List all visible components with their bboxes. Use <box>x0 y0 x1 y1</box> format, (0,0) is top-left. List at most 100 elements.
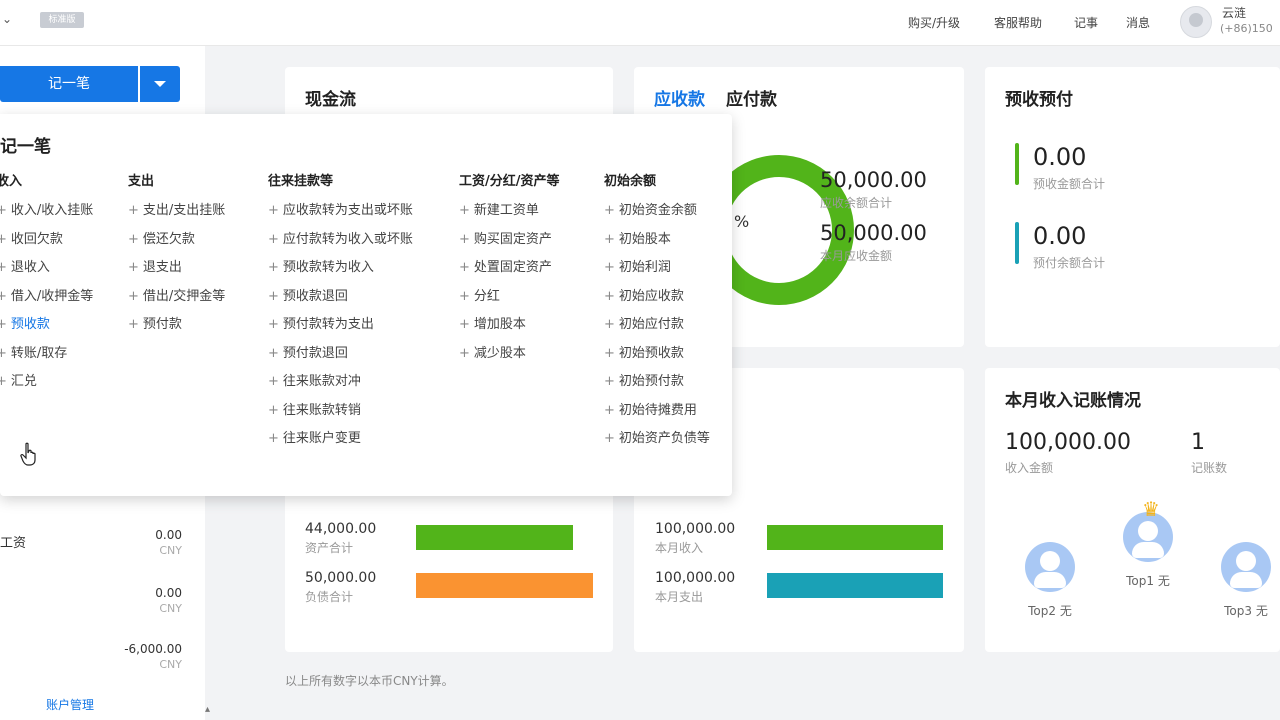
menu-item[interactable]: + 初始待摊费用 <box>604 399 710 428</box>
crown-icon: ♛ <box>1142 497 1160 521</box>
menu-item[interactable]: + 处置固定资产 <box>459 256 560 285</box>
menu-item[interactable]: + 分红 <box>459 285 560 314</box>
menu-item[interactable]: + 初始利润 <box>604 256 710 285</box>
record-dropdown-menu: 记一笔 收入 + 收入/收入挂账 + 收回欠款 + 退收入 + 借入/收押金等 + 预收款… <box>0 114 732 496</box>
tab-receivable[interactable]: 应收款 <box>654 85 705 117</box>
record-dropdown-toggle[interactable] <box>140 66 180 102</box>
rank-caption: Top1 无 <box>1126 574 1170 588</box>
plus-icon: + <box>128 317 139 332</box>
nav-messages[interactable]: 消息 <box>1126 14 1150 31</box>
currency-footnote: 以上所有数字以本币CNY计算。 <box>285 674 454 688</box>
receivable-month-value: 50,000.00 <box>820 221 927 245</box>
account-currency: CNY <box>159 544 182 557</box>
menu-item[interactable]: + 购买固定资产 <box>459 228 560 257</box>
month-expense-label: 本月支出 <box>655 590 704 604</box>
menu-item-label: 借入/收押金等 <box>10 288 94 304</box>
collapse-arrow-icon[interactable]: ▴ <box>205 704 210 715</box>
menu-item-label: 退收入 <box>10 260 50 275</box>
menu-item-prereceipt[interactable]: + 预收款 <box>0 313 93 342</box>
menu-item[interactable]: + 预付款转为支出 <box>268 313 413 342</box>
menu-item-label: 减少股本 <box>473 345 526 361</box>
assets-bar <box>416 525 573 550</box>
plus-icon: + <box>268 231 279 247</box>
month-income-label: 本月收入 <box>655 541 704 555</box>
menu-item[interactable]: + 转账/取存 <box>0 342 93 371</box>
plus-icon: + <box>128 231 139 247</box>
menu-item[interactable]: + 初始应付款 <box>604 313 710 342</box>
account-name: 工资 <box>0 536 27 551</box>
cashflow-title: 现金流 <box>305 90 356 110</box>
plus-icon: + <box>604 402 615 418</box>
menu-item-label: 初始资产负债等 <box>618 431 710 446</box>
user-phone: (+86)150 <box>1220 22 1273 35</box>
plus-icon: + <box>604 345 615 361</box>
menu-item[interactable]: + 偿还欠款 <box>128 228 225 257</box>
user-name[interactable]: 云涟 <box>1222 4 1246 21</box>
column-heading: 往来挂款等 <box>268 174 334 189</box>
assets-total-value: 44,000.00 <box>305 521 377 537</box>
monthly-income-label: 收入金额 <box>1005 461 1054 475</box>
menu-item-label: 收回欠款 <box>10 231 63 247</box>
menu-item[interactable]: + 支出/支出挂账 <box>128 199 225 228</box>
menu-item-label: 应收款转为支出或坏账 <box>282 203 413 218</box>
top-bar: ⌄ 标准版 购买/升级 客服帮助 记事 消息 云涟 (+86)150 <box>0 0 1280 46</box>
menu-item[interactable]: + 初始预收款 <box>604 342 710 371</box>
menu-item[interactable]: + 预收款转为收入 <box>268 256 413 285</box>
chevron-down-icon[interactable]: ⌄ <box>2 12 12 26</box>
month-expense-bar <box>767 573 943 598</box>
menu-item[interactable]: + 初始应收款 <box>604 285 710 314</box>
menu-item[interactable]: + 减少股本 <box>459 342 560 371</box>
account-manage-link[interactable]: 账户管理 <box>46 696 94 713</box>
tab-payable[interactable]: 应付款 <box>726 85 777 110</box>
receivable-balance-label: 应收余额合计 <box>820 196 893 210</box>
user-avatar[interactable] <box>1180 6 1212 38</box>
menu-item[interactable]: + 汇兑 <box>0 370 93 399</box>
plus-icon: + <box>604 260 615 275</box>
plus-icon: + <box>128 203 139 218</box>
prepaid-card: 预收预付 0.00 预收金额合计 0.00 预付余额合计 <box>985 67 1280 347</box>
account-row[interactable]: -6,000.00 CNY <box>0 642 190 682</box>
menu-item[interactable]: + 收回欠款 <box>0 228 93 257</box>
liabilities-total-label: 负债合计 <box>305 590 354 604</box>
menu-item[interactable]: + 增加股本 <box>459 313 560 342</box>
menu-item-label: 汇兑 <box>10 374 37 389</box>
menu-item-label: 预收款退回 <box>282 288 348 304</box>
menu-item[interactable]: + 应收款转为支出或坏账 <box>268 199 413 228</box>
menu-item[interactable]: + 借出/交押金等 <box>128 285 225 314</box>
plus-icon: + <box>459 260 470 275</box>
menu-item[interactable]: + 预付款退回 <box>268 342 413 371</box>
plus-icon: + <box>0 345 7 361</box>
user-avatar-icon <box>1025 542 1075 592</box>
record-button[interactable]: 记一笔 <box>0 66 138 102</box>
menu-item-label: 初始应收款 <box>618 288 684 304</box>
menu-item[interactable]: + 初始股本 <box>604 228 710 257</box>
account-row[interactable]: 0.00 CNY <box>0 586 190 626</box>
menu-item[interactable]: + 退收入 <box>0 256 93 285</box>
menu-item[interactable]: + 借入/收押金等 <box>0 285 93 314</box>
menu-item[interactable]: + 往来账款转销 <box>268 399 413 428</box>
plus-icon: + <box>459 288 470 304</box>
menu-item[interactable]: + 往来账款对冲 <box>268 370 413 399</box>
menu-item[interactable]: + 初始预付款 <box>604 370 710 399</box>
menu-item[interactable]: + 收入/收入挂账 <box>0 199 93 228</box>
menu-item[interactable]: + 初始资产负债等 <box>604 427 710 456</box>
nav-support[interactable]: 客服帮助 <box>994 14 1042 31</box>
menu-item[interactable]: + 应付款转为收入或坏账 <box>268 228 413 257</box>
plus-icon: + <box>268 374 279 389</box>
menu-item-label: 偿还欠款 <box>142 231 195 247</box>
menu-item[interactable]: + 预收款退回 <box>268 285 413 314</box>
menu-item[interactable]: + 预付款 <box>128 313 225 342</box>
plus-icon: + <box>268 260 279 275</box>
plus-icon: + <box>268 317 279 332</box>
menu-item-label: 初始股本 <box>618 231 671 247</box>
assets-total-label: 资产合计 <box>305 541 354 555</box>
menu-item[interactable]: + 退支出 <box>128 256 225 285</box>
nav-notes[interactable]: 记事 <box>1074 14 1098 31</box>
account-row[interactable]: 工资 0.00 CNY <box>0 528 190 568</box>
column-heading: 初始余额 <box>604 174 657 189</box>
menu-item[interactable]: + 初始资金余额 <box>604 199 710 228</box>
plus-icon: + <box>459 345 470 361</box>
menu-item[interactable]: + 新建工资单 <box>459 199 560 228</box>
nav-purchase-upgrade[interactable]: 购买/升级 <box>908 14 960 31</box>
menu-item[interactable]: + 往来账户变更 <box>268 427 413 456</box>
